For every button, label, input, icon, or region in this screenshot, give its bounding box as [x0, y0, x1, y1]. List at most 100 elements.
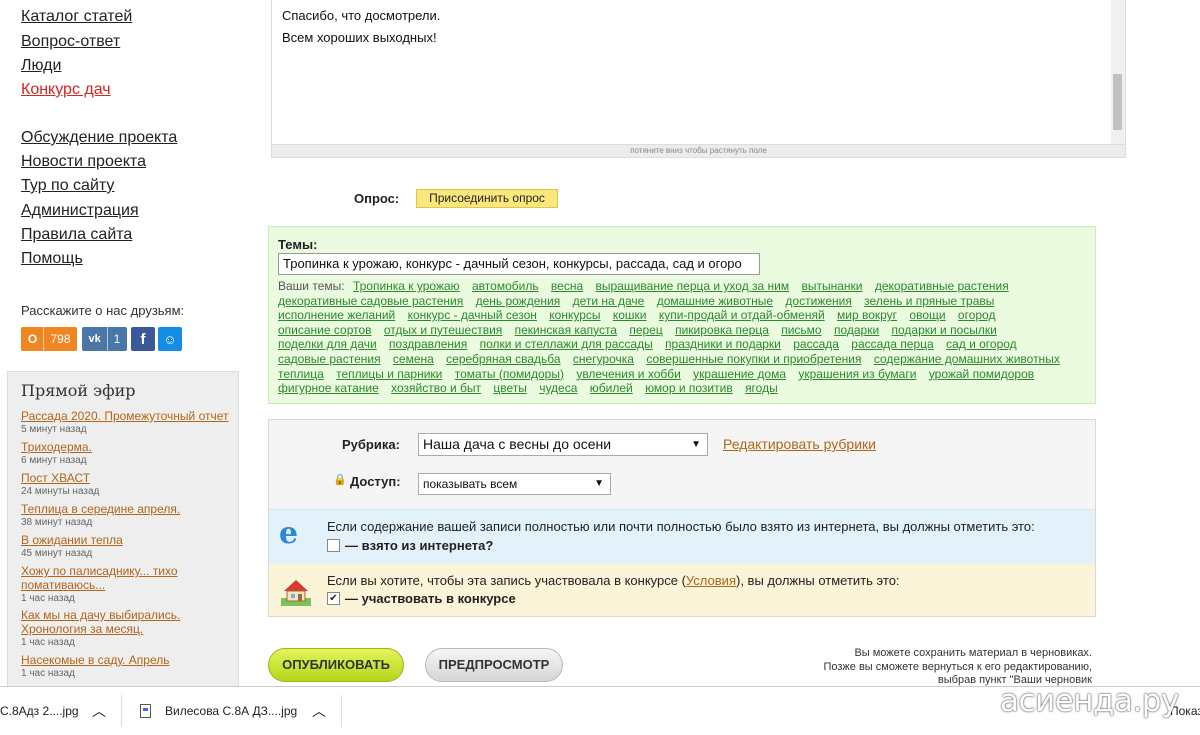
topic-tag[interactable]: снегурочка: [573, 352, 634, 366]
topic-tag[interactable]: исполнение желаний: [278, 308, 395, 322]
topic-tag[interactable]: поздравления: [389, 337, 467, 351]
topic-tag[interactable]: письмо: [781, 323, 821, 337]
topic-tag[interactable]: зелень и пряные травы: [864, 294, 994, 308]
editor-scrollbar[interactable]: [1111, 0, 1125, 146]
topic-tag[interactable]: декоративные растения: [875, 279, 1009, 293]
live-item-link[interactable]: Рассада 2020. Промежуточный отчет: [21, 409, 231, 423]
topic-tag[interactable]: юмор и позитив: [645, 381, 733, 395]
live-item-link[interactable]: Теплица в середине апреля.: [21, 502, 231, 516]
share-vk-count: 1: [106, 327, 127, 351]
topic-tag[interactable]: увлечения и хобби: [576, 367, 681, 381]
editor-scroll-thumb[interactable]: [1113, 74, 1122, 130]
nav-people[interactable]: Люди: [21, 57, 61, 75]
nav-site-tour[interactable]: Тур по сайту: [21, 177, 114, 195]
topic-tag[interactable]: фигурное катание: [278, 381, 379, 395]
editor-content[interactable]: Спасибо, что досмотрели. Всем хороших вы…: [282, 5, 440, 49]
topic-tag[interactable]: конкурс - дачный сезон: [408, 308, 537, 322]
topic-tag[interactable]: весна: [551, 279, 583, 293]
topic-tag[interactable]: подарки: [834, 323, 879, 337]
topic-tag[interactable]: подарки и посылки: [892, 323, 997, 337]
topic-tag[interactable]: юбилей: [590, 381, 633, 395]
topic-tag[interactable]: праздники и подарки: [665, 337, 781, 351]
download-item-2[interactable]: Вилесова С.8А ДЗ....jpg ︿: [140, 687, 340, 735]
list-item: Насекомые в саду. Апрель 1 час назад: [21, 653, 231, 680]
internet-source-checkbox[interactable]: [327, 539, 340, 552]
edit-rubrics-link[interactable]: Редактировать рубрики: [723, 436, 876, 452]
topic-tag[interactable]: отдых и путешествия: [384, 323, 502, 337]
topic-tag[interactable]: овощи: [909, 308, 945, 322]
topic-tag[interactable]: огород: [958, 308, 996, 322]
nav-qa[interactable]: Вопрос-ответ: [21, 33, 120, 51]
topic-tag[interactable]: семена: [393, 352, 434, 366]
topic-tag[interactable]: совершенные покупки и приобретения: [646, 352, 861, 366]
topic-tag[interactable]: вытынанки: [801, 279, 862, 293]
topic-tag[interactable]: содержание домашних животных: [874, 352, 1060, 366]
attach-poll-button[interactable]: Присоединить опрос: [416, 189, 558, 208]
topic-tag[interactable]: поделки для дачи: [278, 337, 377, 351]
topic-tag[interactable]: мир вокруг: [837, 308, 897, 322]
internet-source-checkbox-row[interactable]: — взято из интернета?: [327, 538, 493, 553]
topic-tag[interactable]: Тропинка к урожаю: [353, 279, 460, 293]
share-facebook-button[interactable]: f: [131, 327, 155, 351]
live-item-link[interactable]: Хожу по палисаднику... тихо помативаюсь.…: [21, 564, 191, 592]
topic-tag[interactable]: перец: [629, 323, 662, 337]
rubric-select[interactable]: Наша дача с весны до осени ▼: [418, 433, 708, 456]
topic-tag[interactable]: рассада: [793, 337, 839, 351]
topic-tag[interactable]: автомобиль: [472, 279, 539, 293]
topic-tag[interactable]: выращивание перца и уход за ним: [595, 279, 789, 293]
nav-catalog[interactable]: Каталог статей: [21, 8, 132, 26]
topic-tag[interactable]: томаты (помидоры): [455, 367, 564, 381]
topic-tag[interactable]: сад и огород: [946, 337, 1017, 351]
topic-tag[interactable]: купи-продай и отдай-обменяй: [659, 308, 825, 322]
post-editor[interactable]: Спасибо, что досмотрели. Всем хороших вы…: [271, 0, 1126, 158]
topic-tag[interactable]: описание сортов: [278, 323, 372, 337]
topic-tag[interactable]: ягоды: [745, 381, 778, 395]
topic-tag[interactable]: достижения: [785, 294, 851, 308]
chevron-up-icon[interactable]: ︿: [312, 701, 326, 721]
share-moimir-button[interactable]: ☺: [158, 327, 182, 351]
contest-checkbox-row[interactable]: ✔ — участвовать в конкурсе: [327, 591, 516, 606]
nav-administration[interactable]: Администрация: [21, 202, 139, 220]
topic-tag[interactable]: хозяйство и быт: [391, 381, 481, 395]
topics-input[interactable]: Тропинка к урожаю, конкурс - дачный сезо…: [278, 253, 760, 275]
topic-tag[interactable]: садовые растения: [278, 352, 381, 366]
live-item-link[interactable]: Насекомые в саду. Апрель: [21, 653, 231, 667]
nav-contest[interactable]: Конкурс дач: [21, 81, 111, 99]
topic-tag[interactable]: домашние животные: [657, 294, 773, 308]
live-item-link[interactable]: Пост ХВАСТ: [21, 471, 231, 485]
nav-project-news[interactable]: Новости проекта: [21, 153, 146, 171]
nav-rules[interactable]: Правила сайта: [21, 226, 132, 244]
topic-tag[interactable]: урожай помидоров: [929, 367, 1034, 381]
topic-tag[interactable]: декоративные садовые растения: [278, 294, 463, 308]
preview-button[interactable]: ПРЕДПРОСМОТР: [425, 648, 563, 682]
topic-tag[interactable]: день рождения: [476, 294, 561, 308]
topic-tag[interactable]: теплица: [278, 367, 324, 381]
topic-tag[interactable]: полки и стеллажи для рассады: [480, 337, 653, 351]
publish-button[interactable]: ОПУБЛИКОВАТЬ: [268, 648, 404, 682]
share-vk-button[interactable]: vk 1: [82, 327, 127, 351]
contest-checkbox[interactable]: ✔: [327, 592, 340, 605]
share-ok-button[interactable]: О 798: [21, 327, 77, 351]
nav-help[interactable]: Помощь: [21, 250, 83, 268]
live-item-link[interactable]: В ожидании тепла: [21, 533, 231, 547]
contest-conditions-link[interactable]: Условия: [686, 573, 736, 588]
nav-project-discussion[interactable]: Обсуждение проекта: [21, 129, 177, 147]
live-item-link[interactable]: Триходерма.: [21, 440, 231, 454]
chevron-up-icon[interactable]: ︿: [92, 701, 106, 721]
download-item-1[interactable]: С.8Адз 2....jpg ︿: [0, 687, 118, 735]
access-select[interactable]: показывать всем ▼: [418, 473, 611, 495]
live-item-link[interactable]: Как мы на дачу выбирались. Хронология за…: [21, 608, 191, 636]
topic-tag[interactable]: рассада перца: [851, 337, 933, 351]
topic-tag[interactable]: украшения из бумаги: [798, 367, 916, 381]
topic-tag[interactable]: пекинская капуста: [515, 323, 617, 337]
topic-tag[interactable]: кошки: [613, 308, 647, 322]
topic-tag[interactable]: конкурсы: [549, 308, 600, 322]
editor-resize-handle[interactable]: потяните вниз чтобы растянуть поле: [272, 144, 1125, 157]
topic-tag[interactable]: серебряная свадьба: [446, 352, 560, 366]
topic-tag[interactable]: пикировка перца: [675, 323, 769, 337]
topic-tag[interactable]: теплицы и парники: [336, 367, 442, 381]
topic-tag[interactable]: цветы: [493, 381, 527, 395]
topic-tag[interactable]: чудеса: [539, 381, 577, 395]
topic-tag[interactable]: дети на даче: [573, 294, 645, 308]
topic-tag[interactable]: украшение дома: [693, 367, 786, 381]
